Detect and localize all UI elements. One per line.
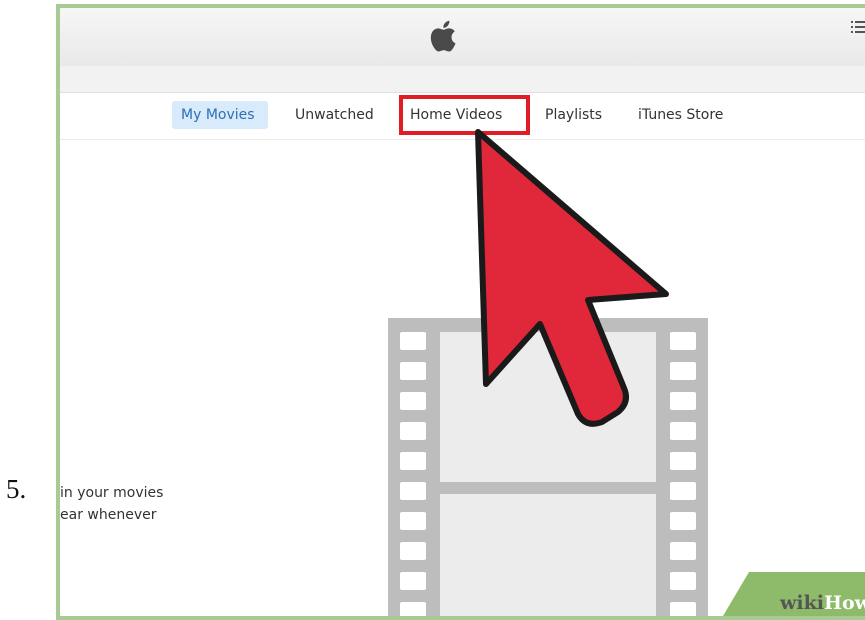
tab-unwatched[interactable]: Unwatched — [286, 101, 386, 129]
wikihow-watermark: wikiHow — [723, 572, 865, 616]
list-view-icon[interactable] — [851, 20, 865, 34]
tab-itunes-store[interactable]: iTunes Store — [629, 101, 735, 129]
watermark-wiki: wiki — [780, 592, 825, 614]
description-line: in your movies — [60, 485, 164, 501]
watermark-how: How — [824, 592, 865, 614]
itunes-window: My Movies Unwatched Home Videos Playlist… — [56, 4, 865, 620]
toolbar-strip — [60, 66, 865, 93]
title-bar — [60, 8, 865, 67]
description-line: ear whenever — [60, 507, 157, 523]
tab-my-movies[interactable]: My Movies — [172, 101, 268, 129]
red-cursor-arrow-icon — [475, 129, 669, 427]
step-number: 5. — [6, 474, 27, 504]
library-tab-bar: My Movies Unwatched Home Videos Playlist… — [60, 93, 865, 140]
tab-playlists[interactable]: Playlists — [536, 101, 618, 129]
apple-logo-icon — [430, 20, 456, 52]
empty-library-description: in your movies ear whenever — [60, 482, 163, 526]
